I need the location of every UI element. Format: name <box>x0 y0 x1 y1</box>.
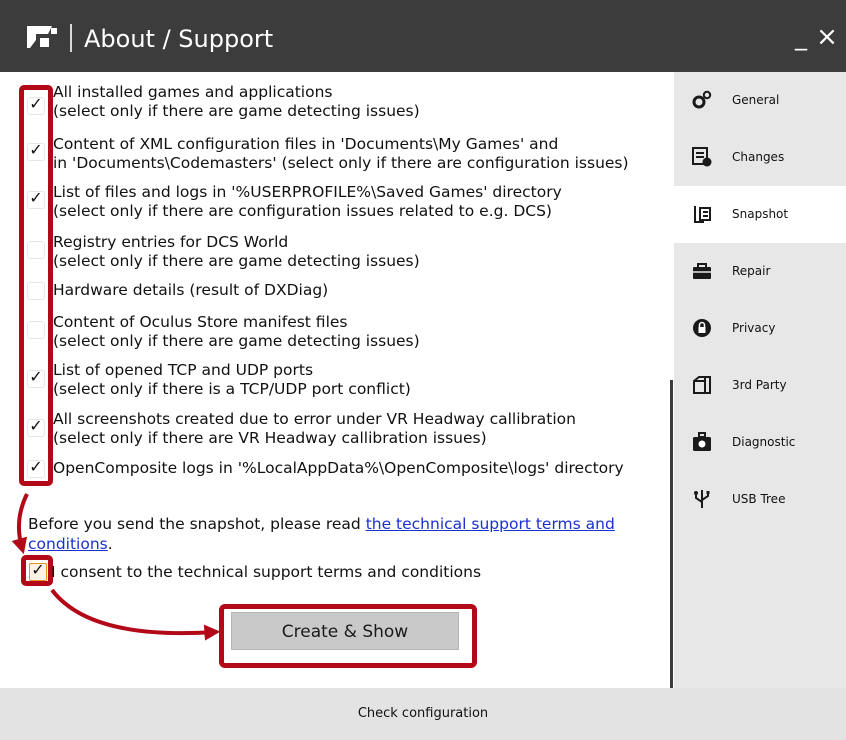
terms-notice-suffix: . <box>107 535 113 553</box>
title-bar: About / Support _ × <box>0 0 846 72</box>
create-show-button[interactable]: Create & Show <box>231 612 459 650</box>
sidebar-item-usb-tree[interactable]: USB Tree <box>674 471 846 528</box>
option-line2: (select only if there are VR Headway cal… <box>53 429 487 447</box>
sidebar-item-changes[interactable]: Changes <box>674 129 846 186</box>
sidebar-item-general[interactable]: General <box>674 72 846 129</box>
diagnostic-icon <box>693 432 711 451</box>
terms-notice-prefix: Before you send the snapshot, please rea… <box>28 515 366 533</box>
option-line2: (select only if there is a TCP/UDP port … <box>53 380 411 398</box>
sidebar-item-label: Repair <box>732 264 771 278</box>
check-configuration-button[interactable]: Check configuration <box>0 705 846 723</box>
option-line2: (select only if there are game detecting… <box>53 102 420 120</box>
option-line1: All installed games and applications <box>53 83 333 101</box>
sidebar-item-label: USB Tree <box>732 492 786 506</box>
toolbox-icon <box>693 263 711 279</box>
option-line1: Registry entries for DCS World <box>53 233 289 251</box>
gears-icon <box>692 90 712 109</box>
sidebar-item-label: Snapshot <box>732 207 789 221</box>
checkbox-column-highlight <box>19 85 53 486</box>
sidebar-item-privacy[interactable]: Privacy <box>674 300 846 357</box>
option-line1: Content of XML configuration files in 'D… <box>53 135 559 153</box>
close-button[interactable]: × <box>815 22 839 52</box>
sidebar-item-diagnostic[interactable]: Diagnostic <box>674 414 846 471</box>
terms-notice: Before you send the snapshot, please rea… <box>28 514 648 554</box>
title-separator <box>70 24 72 52</box>
option-line2: (select only if there are game detecting… <box>53 332 420 350</box>
option-line1: List of files and logs in '%USERPROFILE%… <box>53 183 562 201</box>
sidebar-item-label: General <box>732 93 780 107</box>
sidebar-item-label: Changes <box>732 150 785 164</box>
minimize-button[interactable]: _ <box>790 22 812 52</box>
option-line1: List of opened TCP and UDP ports <box>53 361 314 379</box>
app-logo-icon <box>27 26 57 48</box>
sidebar-item-3rd-party[interactable]: 3rd Party <box>674 357 846 414</box>
changes-icon <box>692 147 712 167</box>
check-icon: ✓ <box>31 560 45 579</box>
option-line2: in 'Documents\Codemasters' (select only … <box>53 154 629 172</box>
option-line2: (select only if there are game detecting… <box>53 252 420 270</box>
sidebar-item-repair[interactable]: Repair <box>674 243 846 300</box>
option-line1: OpenComposite logs in '%LocalAppData%\Op… <box>53 459 624 477</box>
terms-link[interactable]: the technical support terms and <box>366 515 615 533</box>
sidebar-item-label: Privacy <box>732 321 776 335</box>
lock-icon <box>693 319 711 337</box>
option-line1: Content of Oculus Store manifest files <box>53 313 348 331</box>
snapshot-icon <box>694 206 711 223</box>
sidebar-item-label: 3rd Party <box>732 378 787 392</box>
box-icon <box>693 376 711 394</box>
terms-link-continued[interactable]: conditions <box>28 535 108 553</box>
option-line1: All screenshots created due to error und… <box>53 410 576 428</box>
window-title: About / Support <box>84 25 274 53</box>
about-support-window: About / Support _ × ✓ All installed game… <box>0 0 846 740</box>
option-line2: (select only if there are configuration … <box>53 202 552 220</box>
sidebar-item-label: Diagnostic <box>732 435 796 449</box>
sidebar-item-snapshot[interactable]: Snapshot <box>674 186 846 243</box>
scrollbar[interactable] <box>670 380 673 740</box>
footer-bar[interactable]: Check configuration <box>0 688 846 740</box>
sidebar: General Changes Snapshot Repair Privacy … <box>674 72 846 688</box>
option-line1: Hardware details (result of DXDiag) <box>53 281 329 299</box>
consent-label: I consent to the technical support terms… <box>51 563 482 581</box>
usb-icon <box>694 490 710 508</box>
consent-checkbox[interactable]: ✓ <box>29 560 47 581</box>
